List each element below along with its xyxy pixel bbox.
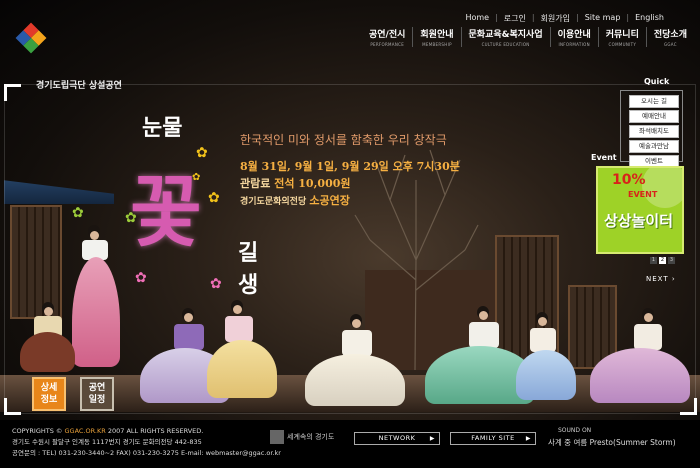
venue: 경기도문화의전당 소공연장	[240, 194, 350, 207]
nav-performance[interactable]: 공연/전시 PERFORMANCE	[362, 27, 412, 47]
quick-menu: 오시는 길 예매안내 좌석배치도 예술과만남 이벤트	[620, 90, 683, 168]
global-nav: 공연/전시 PERFORMANCE 회원안내 MEMBERSHIP 문화교육&복지사…	[362, 27, 694, 47]
copyright-block: COPYRIGHTS © GGAC.OR.KR 2007 ALL RIGHTS …	[12, 427, 281, 457]
quick-seating-button[interactable]: 좌석배치도	[629, 125, 679, 138]
nav-membership[interactable]: 회원안내 MEMBERSHIP	[412, 27, 460, 47]
next-button[interactable]: NEXT ›	[646, 275, 676, 283]
flower-icon: ✿	[210, 276, 222, 292]
quick-label: Quick	[644, 77, 670, 86]
flower-icon: ✿	[135, 270, 147, 286]
flower-icon: ✿	[196, 145, 208, 161]
gyeonggi-logo[interactable]: 세계속의 경기도	[270, 430, 334, 444]
util-login-link[interactable]: 로그인	[504, 13, 526, 24]
util-sitemap-link[interactable]: Site map	[585, 13, 621, 24]
flower-icon: ✿	[192, 172, 201, 183]
nav-community[interactable]: 커뮤니티 COMMUNITY	[597, 27, 646, 47]
performance-dates: 8월 31일, 9월 1일, 9월 29일 오후 7시30분	[240, 160, 460, 173]
nav-culture-education[interactable]: 문화교육&복지사업 CULTURE EDUCATION	[460, 27, 550, 47]
flower-icon: ✿	[208, 190, 220, 206]
company-name: 경기도립극단 상설공연	[36, 81, 122, 91]
tagline: 한국적인 미와 정서를 함축한 우리 창작극	[240, 133, 447, 147]
quick-directions-button[interactable]: 오시는 길	[629, 95, 679, 108]
event-pager: 1 2 3	[650, 257, 675, 264]
footer: COPYRIGHTS © GGAC.OR.KR 2007 ALL RIGHTS …	[0, 420, 700, 468]
nav-information[interactable]: 이용안내 INFORMATION	[549, 27, 598, 47]
frame-corner	[4, 398, 21, 415]
event-word: EVENT	[628, 190, 658, 199]
music-title: 사계 중 여름 Presto(Summer Storm)	[548, 438, 676, 447]
flower-icon: ✿	[125, 210, 137, 226]
util-home-link[interactable]: Home	[465, 13, 489, 24]
title-gil: 길생	[238, 240, 259, 298]
family-site-select[interactable]: FAMILY SITE ▶	[450, 432, 536, 445]
event-title: 상상놀이터	[604, 212, 674, 230]
detail-info-button[interactable]: 상세 정보	[32, 377, 66, 411]
frame-corner	[4, 84, 21, 101]
util-english-link[interactable]: English	[635, 13, 664, 24]
page: Home | 로그인 | 회원가입 | Site map | English 공연/전시…	[0, 0, 700, 468]
sound-toggle[interactable]: SOUND ON	[558, 427, 591, 434]
utility-nav: Home | 로그인 | 회원가입 | Site map | English	[465, 13, 664, 24]
nav-ggac[interactable]: 전당소개 GGAC	[645, 27, 694, 47]
event-percent: 10%	[612, 172, 646, 188]
title-kkot: 꽃	[130, 167, 202, 258]
flower-icon: ✿	[72, 205, 84, 221]
event-label: Event	[591, 153, 617, 162]
quick-meet-arts-button[interactable]: 예술과만남	[629, 140, 679, 153]
event-banner[interactable]: 10% EVENT 상상놀이터	[596, 166, 684, 254]
decorative-ball	[642, 168, 682, 208]
page-3[interactable]: 3	[668, 257, 675, 264]
schedule-button[interactable]: 공연 일정	[80, 377, 114, 411]
title-nunmul: 눈물	[142, 115, 183, 141]
gyeonggi-emblem-icon	[270, 430, 284, 444]
util-join-link[interactable]: 회원가입	[541, 13, 570, 24]
page-2[interactable]: 2	[659, 257, 666, 264]
quick-booking-button[interactable]: 예매안내	[629, 110, 679, 123]
ticket-price: 관람료 전석 10,000원	[240, 177, 351, 190]
page-1[interactable]: 1	[650, 257, 657, 264]
frame-corner	[680, 398, 697, 415]
ggac-logo[interactable]	[15, 22, 47, 54]
network-select[interactable]: NETWORK ▶	[354, 432, 440, 445]
